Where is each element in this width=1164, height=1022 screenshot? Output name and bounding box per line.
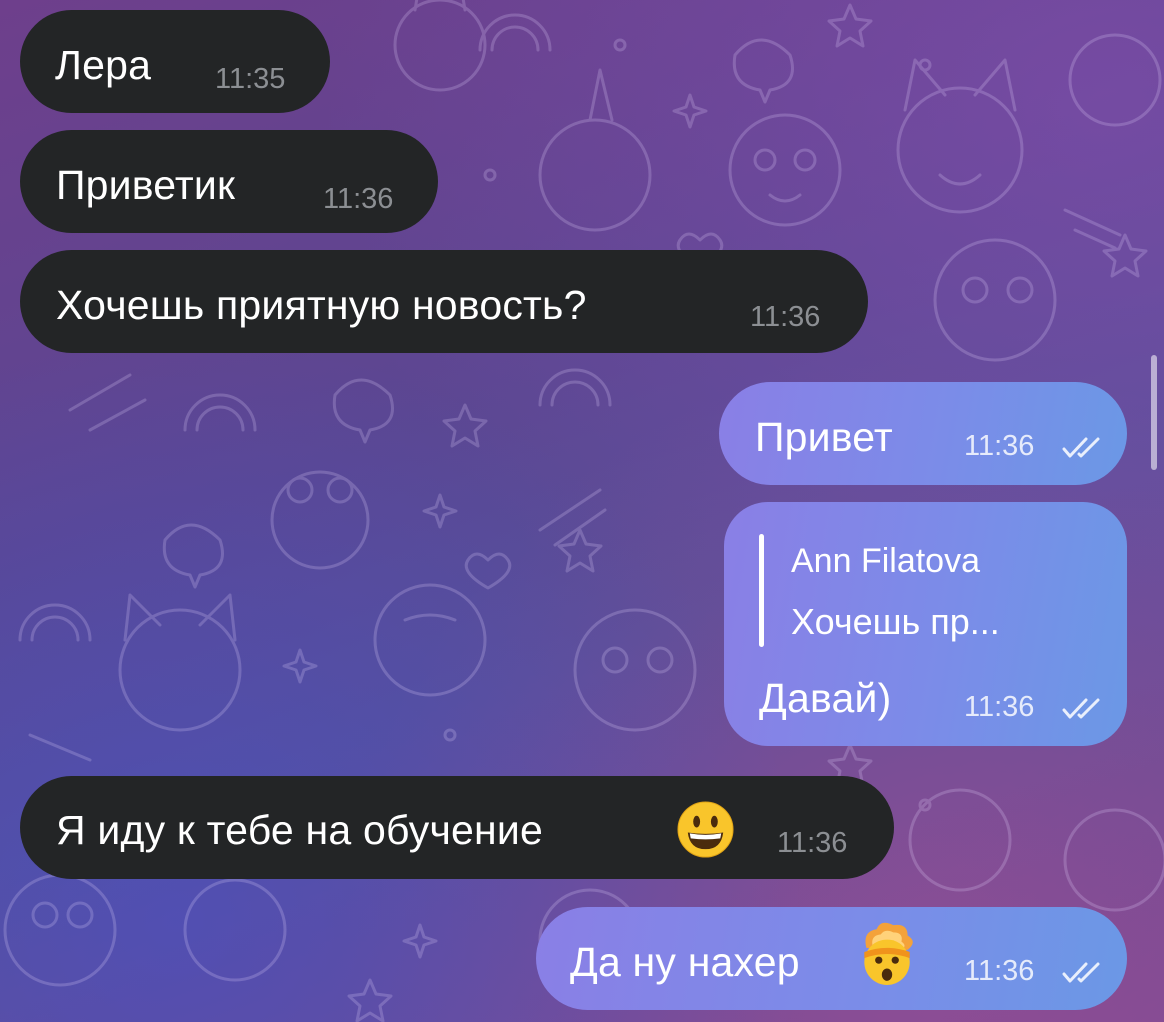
reply-quote[interactable]: Ann Filatova Хочешь пр... xyxy=(759,534,1089,649)
incoming-message-bubble[interactable]: Приветик 11:36 xyxy=(20,130,438,233)
reply-bar xyxy=(759,534,764,647)
incoming-message-bubble[interactable]: Хочешь приятную новость? 11:36 xyxy=(20,250,868,353)
incoming-message-bubble[interactable]: Лера 11:35 xyxy=(20,10,330,113)
message-text: Да ну нахер xyxy=(570,939,800,985)
message-time: 11:36 xyxy=(964,430,1035,462)
message-text: Приветик xyxy=(56,162,236,208)
message-time: 11:35 xyxy=(215,63,286,95)
reply-text: Хочешь пр... xyxy=(791,601,1000,642)
incoming-message-bubble[interactable]: Я иду к тебе на обучение 11:36 xyxy=(20,776,894,879)
exploding-head-emoji xyxy=(864,922,913,985)
outgoing-message-bubble[interactable]: Привет 11:36 xyxy=(719,382,1127,485)
double-check-icon xyxy=(1062,962,1100,983)
chat-scrollbar[interactable] xyxy=(1151,355,1157,470)
outgoing-reply-message-bubble[interactable]: Ann Filatova Хочешь пр... Давай) 11:36 xyxy=(724,502,1127,746)
message-time: 11:36 xyxy=(777,827,848,859)
message-time: 11:36 xyxy=(964,955,1035,987)
message-text: Хочешь приятную новость? xyxy=(56,282,587,328)
message-time: 11:36 xyxy=(750,301,821,333)
message-text: Лера xyxy=(55,42,152,88)
message-time: 11:36 xyxy=(323,183,394,215)
outgoing-message-bubble[interactable]: Да ну нахер 11:36 xyxy=(536,907,1127,1010)
grinning-face-emoji xyxy=(677,801,734,858)
reply-author: Ann Filatova xyxy=(791,542,980,580)
message-text: Давай) xyxy=(759,675,892,721)
message-time: 11:36 xyxy=(964,691,1035,723)
message-text: Я иду к тебе на обучение xyxy=(56,807,543,853)
double-check-icon xyxy=(1062,698,1100,719)
message-text: Привет xyxy=(755,414,893,460)
double-check-icon xyxy=(1062,437,1100,458)
